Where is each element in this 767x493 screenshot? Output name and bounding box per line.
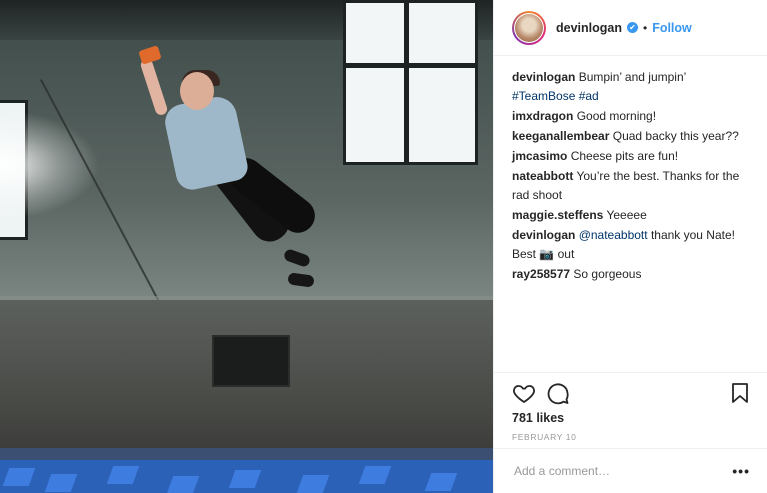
heart-icon[interactable] [512,381,536,405]
comment-username[interactable]: imxdragon [512,109,573,123]
post-photo[interactable] [0,0,493,493]
add-comment-input[interactable] [512,463,733,479]
follow-button[interactable]: Follow [652,21,692,35]
header-username[interactable]: devinlogan [556,21,622,35]
comment: nateabbott You’re the best. Thanks for t… [512,167,756,205]
post-date: FEBRUARY 10 [512,432,577,442]
comment-text: Cheese pits are fun! [570,149,679,163]
more-options-icon[interactable]: ••• [732,463,750,479]
comments-list: devinlogan Bumpin’ and jumpin’ #TeamBose… [512,68,756,285]
jumping-person [0,0,493,493]
comment-username[interactable]: nateabbott [512,169,573,183]
caption-username[interactable]: devinlogan [512,70,575,84]
verified-badge-icon: ✔ [626,22,638,33]
comment: maggie.steffens Yeeeee [512,206,756,225]
comment-username[interactable]: ray258577 [512,267,570,281]
caption-text: Bumpin’ and jumpin’ [578,70,687,84]
post-header: devinlogan ✔ • Follow [494,0,767,56]
comment-text: So gorgeous [573,267,642,281]
instagram-post-view: devinlogan ✔ • Follow devinlogan Bumpin’… [0,0,767,493]
bookmark-icon[interactable] [728,381,752,405]
caption: devinlogan Bumpin’ and jumpin’ #TeamBose… [512,68,756,106]
comment-text: Quad backy this year?? [612,129,739,143]
comment-username[interactable]: maggie.steffens [512,208,603,222]
likes-count[interactable]: 781 likes [512,411,564,425]
comment-bubble-icon[interactable] [546,381,570,405]
comment: imxdragon Good morning! [512,107,756,126]
speaker-device [138,45,162,65]
comment-username[interactable]: devinlogan [512,228,575,242]
comment-text: Good morning! [576,109,657,123]
comment: ray258577 So gorgeous [512,265,756,284]
comment: keeganallembear Quad backy this year?? [512,127,756,146]
add-comment-bar: ••• [494,448,767,493]
comment-text: Yeeeee [606,208,647,222]
post-actions: 781 likes FEBRUARY 10 [494,372,767,447]
comment-username[interactable]: keeganallembear [512,129,609,143]
comment: devinlogan @nateabbott thank you Nate! B… [512,226,756,264]
header-separator: • [642,20,648,35]
comment-username[interactable]: jmcasimo [512,149,567,163]
action-icons [512,381,752,407]
comment: jmcasimo Cheese pits are fun! [512,147,756,166]
avatar[interactable] [512,10,546,45]
comment-mention[interactable]: @nateabbott [579,228,648,242]
post-side-panel: devinlogan ✔ • Follow devinlogan Bumpin’… [493,0,767,493]
caption-hashtags[interactable]: #TeamBose #ad [512,89,599,103]
